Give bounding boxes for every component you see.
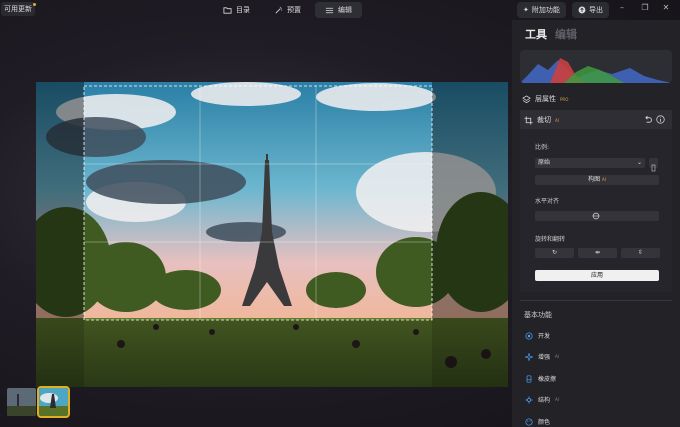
export-icon (578, 6, 586, 14)
basic-features-heading: 基本功能 (524, 311, 552, 319)
pro-badge: PRO (560, 96, 569, 102)
export-button[interactable]: 导出 (572, 2, 609, 18)
tab-edit[interactable]: 编辑 (315, 2, 362, 18)
layers-icon (522, 94, 531, 103)
orientation-toggle[interactable] (649, 158, 658, 172)
feature-structure-label: 结构 (538, 397, 551, 404)
crop-title: 裁切 AI (524, 115, 559, 125)
aperture-icon (525, 331, 533, 340)
tab-tools[interactable]: 工具 (525, 26, 547, 42)
rotate-button[interactable]: ↻ (535, 248, 574, 258)
mode-tabs: 目录 预置 编辑 (213, 2, 362, 18)
crop-tool-card: 裁切 AI 比例: 原始 ⌄ 构图 AI 水平对齐 旋转和翻转 ↻ ⇹ ⇳ 应用 (520, 110, 672, 292)
feature-eraser-label: 橡皮擦 (538, 376, 557, 383)
export-label: 导出 (589, 6, 603, 14)
level-slider[interactable] (535, 211, 659, 221)
update-label: 可用更新 (4, 5, 32, 13)
feature-eraser[interactable]: 橡皮擦 (525, 374, 556, 383)
photo-canvas[interactable] (36, 82, 508, 387)
tab-edit-panel[interactable]: 编辑 (555, 26, 577, 42)
ratio-select[interactable]: 原始 ⌄ (535, 158, 645, 168)
thumbnail-image (39, 388, 68, 416)
top-bar: 可用更新 目录 预置 编辑 ✦ 附加功能 导出 – ❐ ✕ (0, 0, 680, 20)
right-panel: 工具 编辑 层属性 PRO 裁切 AI 比例: 原始 ⌄ 构图 AI 水平对齐 … (512, 20, 680, 427)
thumbnail-image (7, 388, 36, 416)
divider (520, 300, 672, 301)
level-label: 水平对齐 (535, 198, 560, 205)
thumbnail-2-selected[interactable] (37, 386, 70, 418)
maximize-button[interactable]: ❐ (638, 3, 652, 12)
composition-label: 构图 (588, 176, 601, 183)
crop-icon (524, 115, 533, 125)
apply-button[interactable]: 应用 (535, 270, 659, 281)
tab-presets-label: 预置 (287, 6, 301, 14)
ai-badge: AI (602, 177, 606, 182)
addons-button[interactable]: ✦ 附加功能 (517, 2, 566, 18)
undo-icon[interactable] (643, 115, 652, 124)
info-icon[interactable] (656, 115, 665, 124)
feature-color[interactable]: 颜色 (525, 417, 550, 426)
level-icon (592, 212, 600, 220)
feature-enhance[interactable]: 增强 AI (525, 352, 559, 361)
flip-vertical-icon: ⇳ (637, 249, 644, 256)
close-button[interactable]: ✕ (659, 3, 673, 12)
minimize-button[interactable]: – (615, 3, 629, 12)
tab-catalog[interactable]: 目录 (213, 2, 260, 18)
eraser-icon (526, 374, 532, 383)
layer-properties-label: 层属性 (535, 95, 556, 103)
rotate-icon: ↻ (551, 249, 558, 256)
ai-badge: AI (555, 397, 559, 402)
plus-sparkle-icon: ✦ (523, 6, 529, 14)
feature-develop-label: 开发 (538, 333, 551, 340)
flip-vertical-button[interactable]: ⇳ (621, 248, 660, 258)
folder-icon (223, 6, 232, 14)
eiffel-tower-photo (36, 82, 508, 387)
tab-catalog-label: 目录 (236, 6, 250, 14)
feature-color-label: 颜色 (538, 419, 551, 426)
feature-structure[interactable]: 结构 AI (525, 395, 559, 404)
tab-edit-label: 编辑 (338, 6, 352, 14)
composition-button[interactable]: 构图 AI (535, 175, 659, 185)
sliders-icon (325, 7, 334, 13)
flip-horizontal-button[interactable]: ⇹ (578, 248, 617, 258)
flip-horizontal-icon: ⇹ (594, 249, 601, 256)
addons-label: 附加功能 (531, 6, 560, 14)
panel-tabs: 工具 编辑 (525, 26, 577, 42)
ai-badge: AI (555, 354, 559, 359)
rotate-flip-label: 旋转和翻转 (535, 236, 566, 243)
crop-label: 裁切 (537, 116, 551, 124)
feature-develop[interactable]: 开发 (525, 331, 550, 340)
ratio-value: 原始 (538, 159, 551, 166)
histogram (520, 50, 672, 83)
feature-enhance-label: 增强 (538, 354, 551, 361)
layer-properties-item[interactable]: 层属性 PRO (522, 94, 568, 104)
notification-dot (33, 3, 36, 6)
thumbnail-1[interactable] (7, 388, 36, 416)
structure-icon (525, 395, 533, 404)
update-available-button[interactable]: 可用更新 (1, 2, 36, 16)
crop-tool-header[interactable]: 裁切 AI (520, 110, 672, 129)
tab-presets[interactable]: 预置 (264, 2, 311, 18)
ai-badge: AI (555, 117, 559, 123)
histogram-graph (520, 58, 672, 83)
portrait-icon (651, 164, 656, 172)
filmstrip (7, 386, 70, 418)
palette-icon (525, 417, 533, 426)
rotate-flip-buttons: ↻ ⇹ ⇳ (535, 248, 660, 258)
magic-wand-icon (275, 6, 283, 13)
sparkle-icon (525, 352, 533, 361)
ratio-label: 比例: (535, 144, 550, 151)
chevron-down-icon: ⌄ (636, 159, 642, 166)
